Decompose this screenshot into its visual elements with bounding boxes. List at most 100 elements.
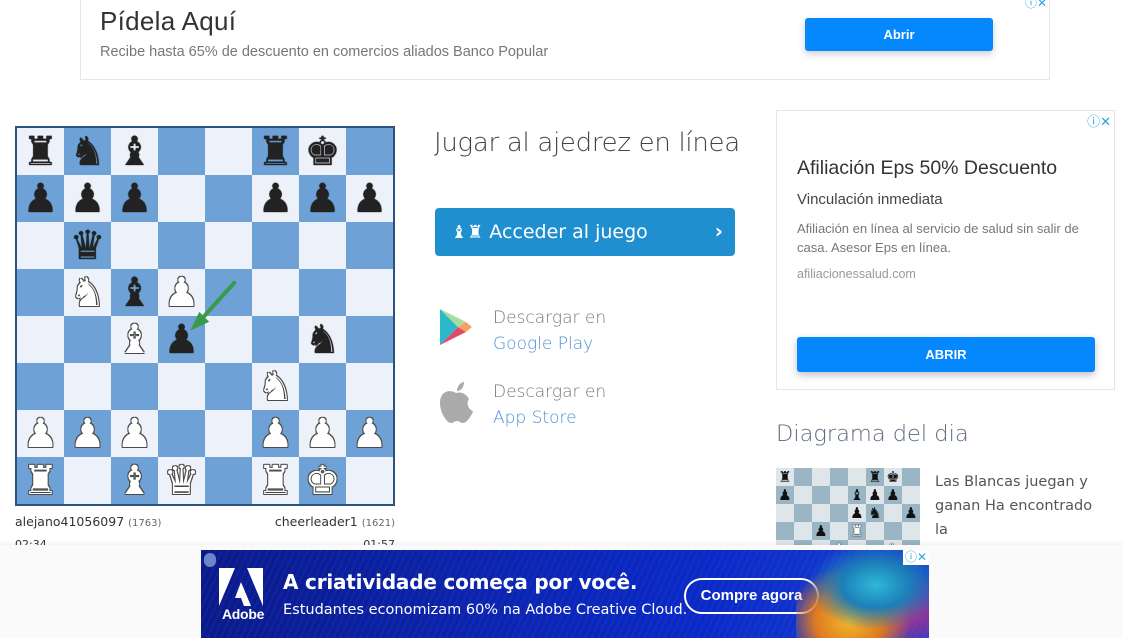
black-bishop-icon[interactable]: ♝: [117, 273, 153, 313]
black-knight-icon[interactable]: ♞: [305, 320, 341, 360]
app-store-link[interactable]: App Store: [493, 405, 606, 431]
square-f6[interactable]: [252, 222, 299, 269]
white-bishop-icon[interactable]: ♝: [117, 461, 153, 501]
square-d3[interactable]: [158, 363, 205, 410]
square-b8[interactable]: ♞: [64, 128, 111, 175]
white-knight-icon[interactable]: ♞: [70, 273, 106, 313]
square-c4[interactable]: ♝: [111, 316, 158, 363]
black-pawn-icon[interactable]: ♟: [23, 179, 59, 219]
square-g2[interactable]: ♟: [299, 410, 346, 457]
square-h2[interactable]: ♟: [346, 410, 393, 457]
square-e5[interactable]: [205, 269, 252, 316]
top-banner-ad[interactable]: Pídela Aquí Recibe hasta 65% de descuent…: [80, 0, 1050, 80]
white-pawn-icon[interactable]: ♟: [117, 414, 153, 454]
square-a3[interactable]: [17, 363, 64, 410]
square-h6[interactable]: [346, 222, 393, 269]
square-h4[interactable]: [346, 316, 393, 363]
square-h8[interactable]: [346, 128, 393, 175]
square-d5[interactable]: ♟: [158, 269, 205, 316]
square-e8[interactable]: [205, 128, 252, 175]
ad-info-close-icon[interactable]: ⓘ✕: [1087, 111, 1111, 130]
square-c8[interactable]: ♝: [111, 128, 158, 175]
white-knight-icon[interactable]: ♞: [258, 367, 294, 407]
square-a6[interactable]: [17, 222, 64, 269]
black-pawn-icon[interactable]: ♟: [117, 179, 153, 219]
square-g7[interactable]: ♟: [299, 175, 346, 222]
square-d8[interactable]: [158, 128, 205, 175]
square-f2[interactable]: ♟: [252, 410, 299, 457]
square-b5[interactable]: ♞: [64, 269, 111, 316]
square-a8[interactable]: ♜: [17, 128, 64, 175]
white-rook-icon[interactable]: ♜: [23, 461, 59, 501]
black-pawn-icon[interactable]: ♟: [164, 320, 200, 360]
square-f8[interactable]: ♜: [252, 128, 299, 175]
square-e2[interactable]: [205, 410, 252, 457]
ad-open-button[interactable]: Abrir: [805, 18, 993, 51]
white-pawn-icon[interactable]: ♟: [164, 273, 200, 313]
white-pawn-icon[interactable]: ♟: [258, 414, 294, 454]
black-queen-icon[interactable]: ♛: [70, 226, 106, 266]
black-pawn-icon[interactable]: ♟: [352, 179, 388, 219]
square-c1[interactable]: ♝: [111, 457, 158, 504]
white-queen-icon[interactable]: ♛: [164, 461, 200, 501]
black-king-icon[interactable]: ♚: [305, 132, 341, 172]
square-c7[interactable]: ♟: [111, 175, 158, 222]
google-play-link[interactable]: Google Play: [493, 331, 606, 357]
white-king-icon[interactable]: ♚: [305, 461, 341, 501]
black-pawn-icon[interactable]: ♟: [258, 179, 294, 219]
square-g5[interactable]: [299, 269, 346, 316]
square-f3[interactable]: ♞: [252, 363, 299, 410]
square-e7[interactable]: [205, 175, 252, 222]
square-b3[interactable]: [64, 363, 111, 410]
square-c3[interactable]: [111, 363, 158, 410]
square-d6[interactable]: [158, 222, 205, 269]
square-e3[interactable]: [205, 363, 252, 410]
square-c5[interactable]: ♝: [111, 269, 158, 316]
square-b7[interactable]: ♟: [64, 175, 111, 222]
black-pawn-icon[interactable]: ♟: [305, 179, 341, 219]
diagram-text[interactable]: Las Blancas juegan y ganan Ha encontrado…: [935, 470, 1105, 542]
square-h3[interactable]: [346, 363, 393, 410]
white-pawn-icon[interactable]: ♟: [305, 414, 341, 454]
black-pawn-icon[interactable]: ♟: [70, 179, 106, 219]
black-rook-icon[interactable]: ♜: [23, 132, 59, 172]
square-g1[interactable]: ♚: [299, 457, 346, 504]
square-g4[interactable]: ♞: [299, 316, 346, 363]
square-b1[interactable]: [64, 457, 111, 504]
square-f7[interactable]: ♟: [252, 175, 299, 222]
square-a4[interactable]: [17, 316, 64, 363]
square-d1[interactable]: ♛: [158, 457, 205, 504]
bottom-banner-ad[interactable]: Adobe A criatividade começa por você. Es…: [201, 550, 929, 638]
square-d4[interactable]: ♟: [158, 316, 205, 363]
square-a2[interactable]: ♟: [17, 410, 64, 457]
square-g8[interactable]: ♚: [299, 128, 346, 175]
google-play-download[interactable]: Descargar en Google Play: [436, 305, 606, 357]
square-a5[interactable]: [17, 269, 64, 316]
square-e1[interactable]: [205, 457, 252, 504]
square-f1[interactable]: ♜: [252, 457, 299, 504]
square-b4[interactable]: [64, 316, 111, 363]
square-g6[interactable]: [299, 222, 346, 269]
app-store-download[interactable]: Descargar en App Store: [436, 379, 606, 431]
square-h1[interactable]: [346, 457, 393, 504]
square-h5[interactable]: [346, 269, 393, 316]
square-a1[interactable]: ♜: [17, 457, 64, 504]
square-c6[interactable]: [111, 222, 158, 269]
ad-info-close-icon[interactable]: ⓘ✕: [1025, 0, 1047, 11]
play-game-button[interactable]: ♝♜ Acceder al juego ›: [435, 208, 735, 256]
side-ad-open-button[interactable]: ABRIR: [797, 337, 1095, 372]
black-rook-icon[interactable]: ♜: [258, 132, 294, 172]
square-d7[interactable]: [158, 175, 205, 222]
square-a7[interactable]: ♟: [17, 175, 64, 222]
white-bishop-icon[interactable]: ♝: [117, 320, 153, 360]
square-e4[interactable]: [205, 316, 252, 363]
square-f4[interactable]: [252, 316, 299, 363]
square-e6[interactable]: [205, 222, 252, 269]
side-ad[interactable]: ⓘ✕ Afiliación Eps 50% Descuento Vinculac…: [776, 110, 1115, 390]
chess-board[interactable]: ♜ ♞ ♝ ♜ ♚ ♟ ♟ ♟ ♟ ♟ ♟ ♛ ♞ ♝ ♟ ♝ ♟ ♞ ♞ ♟ ♟ ♟ ♟ ♟ ♟ ♜ ♝ ♛ ♜ ♚: [15, 126, 395, 506]
diagram-board[interactable]: ♜♜♚♟♝♟♟♟♞♟♟♜♟♞: [776, 468, 922, 548]
square-c2[interactable]: ♟: [111, 410, 158, 457]
square-b6[interactable]: ♛: [64, 222, 111, 269]
ad-info-close-icon[interactable]: ⓘ✕: [902, 550, 929, 565]
square-g3[interactable]: [299, 363, 346, 410]
